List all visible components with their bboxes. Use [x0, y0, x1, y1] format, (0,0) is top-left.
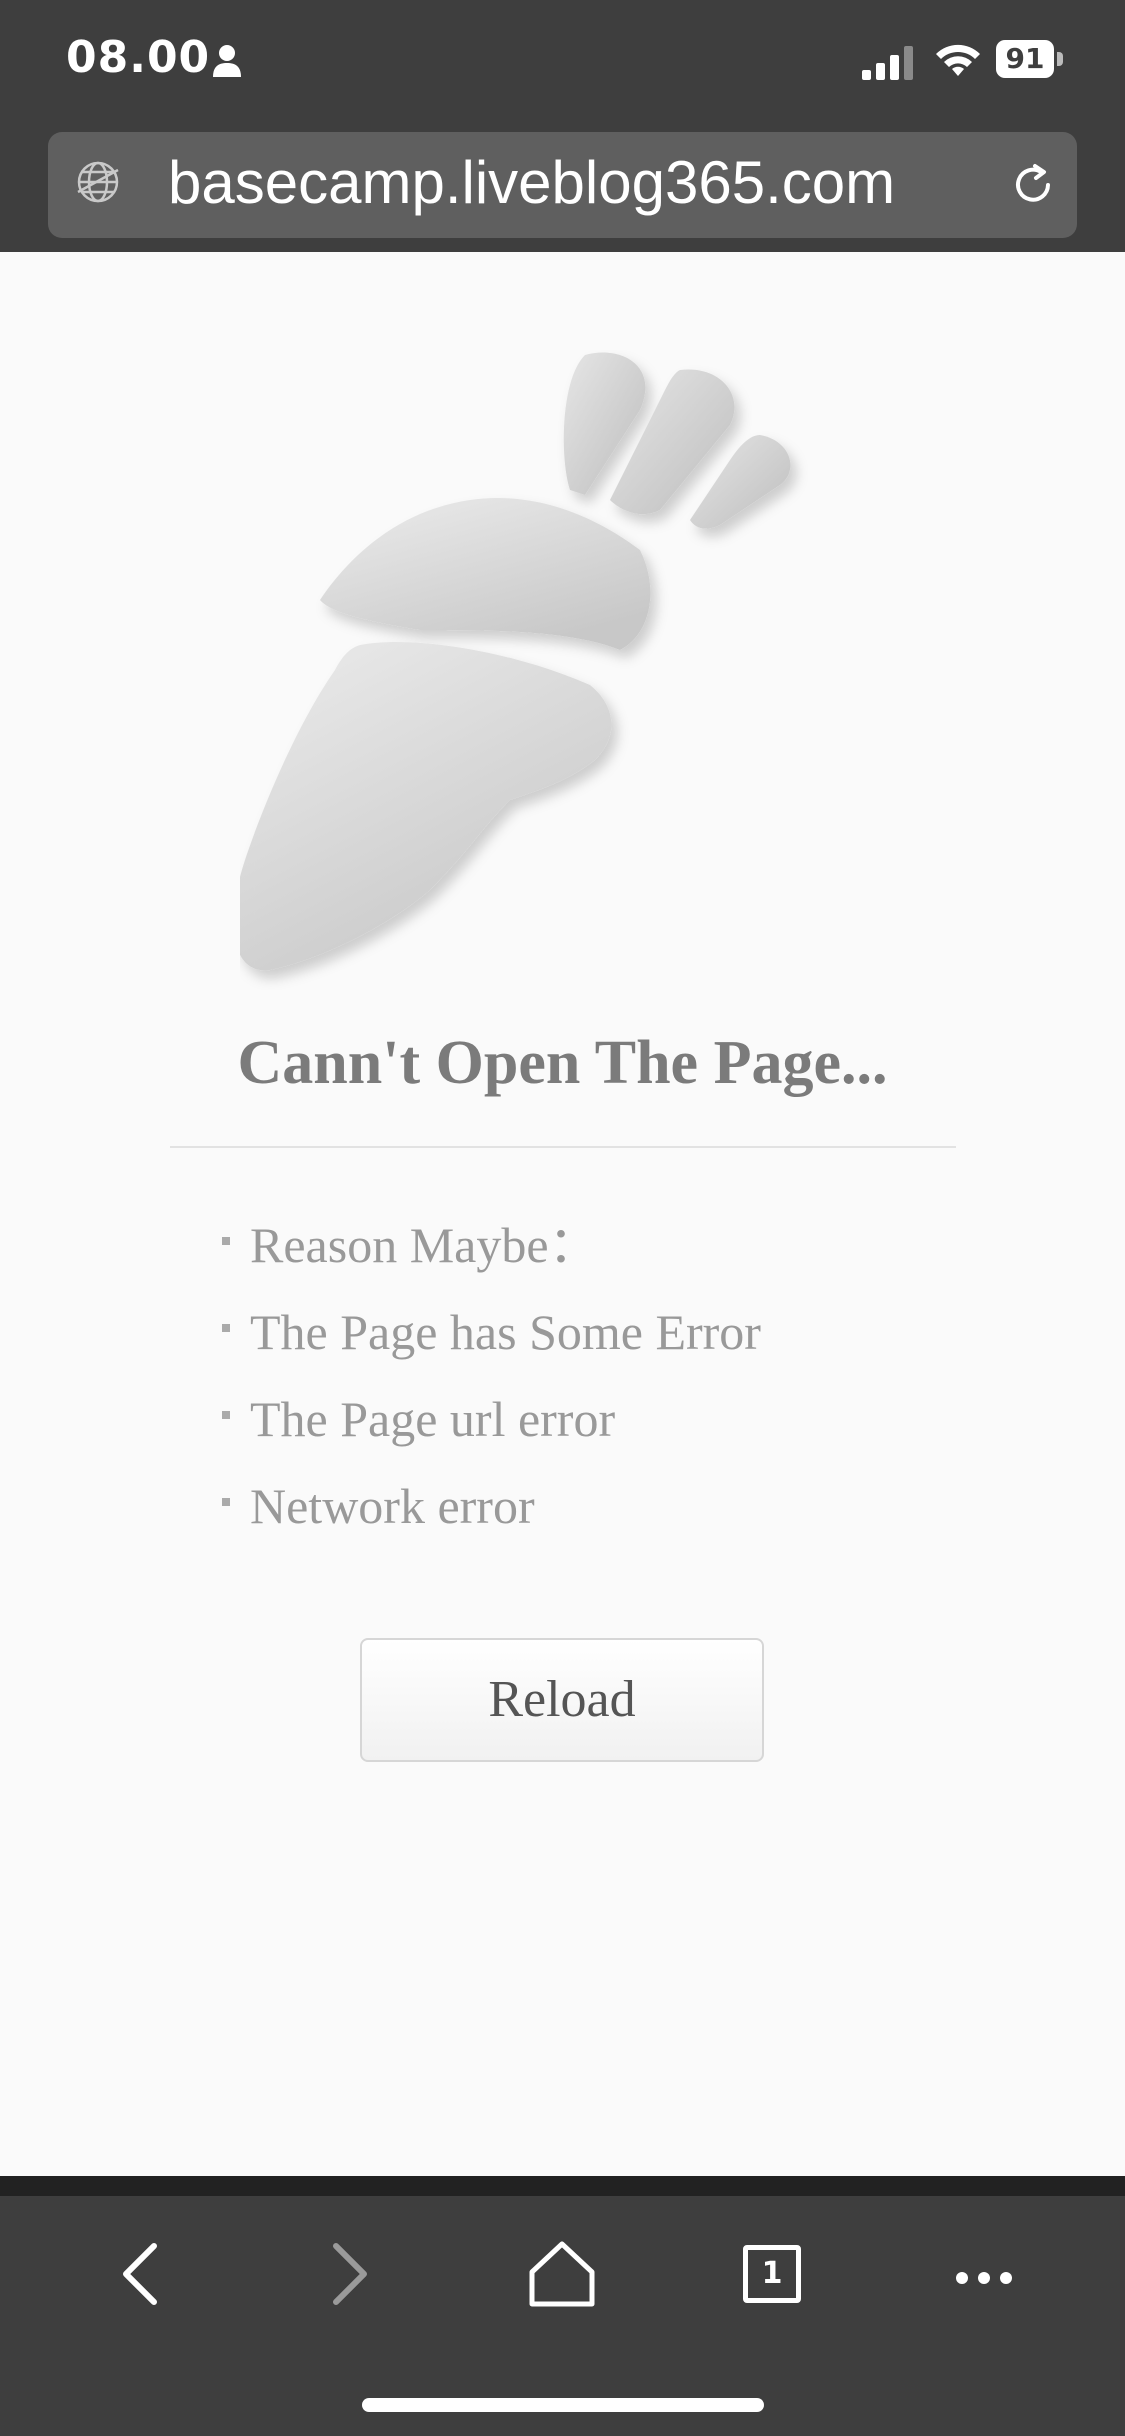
divider: [170, 1146, 956, 1148]
cellular-signal-icon: [862, 46, 913, 80]
forward-icon[interactable]: [314, 2238, 386, 2310]
back-icon[interactable]: [104, 2238, 176, 2310]
reason-item: The Page url error: [220, 1389, 761, 1476]
status-time: 08.00: [66, 32, 211, 83]
home-icon[interactable]: [526, 2238, 598, 2310]
reload-icon[interactable]: [1010, 162, 1056, 208]
globe-icon: [77, 161, 119, 203]
reason-item: Reason Maybe：: [220, 1215, 761, 1302]
wifi-icon: [936, 44, 980, 76]
home-indicator: [362, 2398, 764, 2412]
carrot-illustration: [240, 352, 791, 971]
more-icon[interactable]: [948, 2238, 1020, 2310]
error-title: Cann't Open The Page...: [237, 1029, 888, 1097]
reason-list: Reason Maybe： The Page has Some Error Th…: [220, 1215, 761, 1563]
bottom-divider-strip: [0, 2176, 1125, 2196]
reason-item: The Page has Some Error: [220, 1302, 761, 1389]
battery-indicator: 91: [996, 40, 1066, 78]
person-icon: [213, 45, 241, 77]
reload-button[interactable]: Reload: [360, 1638, 764, 1762]
url-text[interactable]: basecamp.liveblog365.com: [168, 148, 895, 217]
reason-item: Network error: [220, 1476, 761, 1563]
battery-level: 91: [1005, 42, 1045, 75]
tabs-count[interactable]: 1: [743, 2245, 801, 2303]
